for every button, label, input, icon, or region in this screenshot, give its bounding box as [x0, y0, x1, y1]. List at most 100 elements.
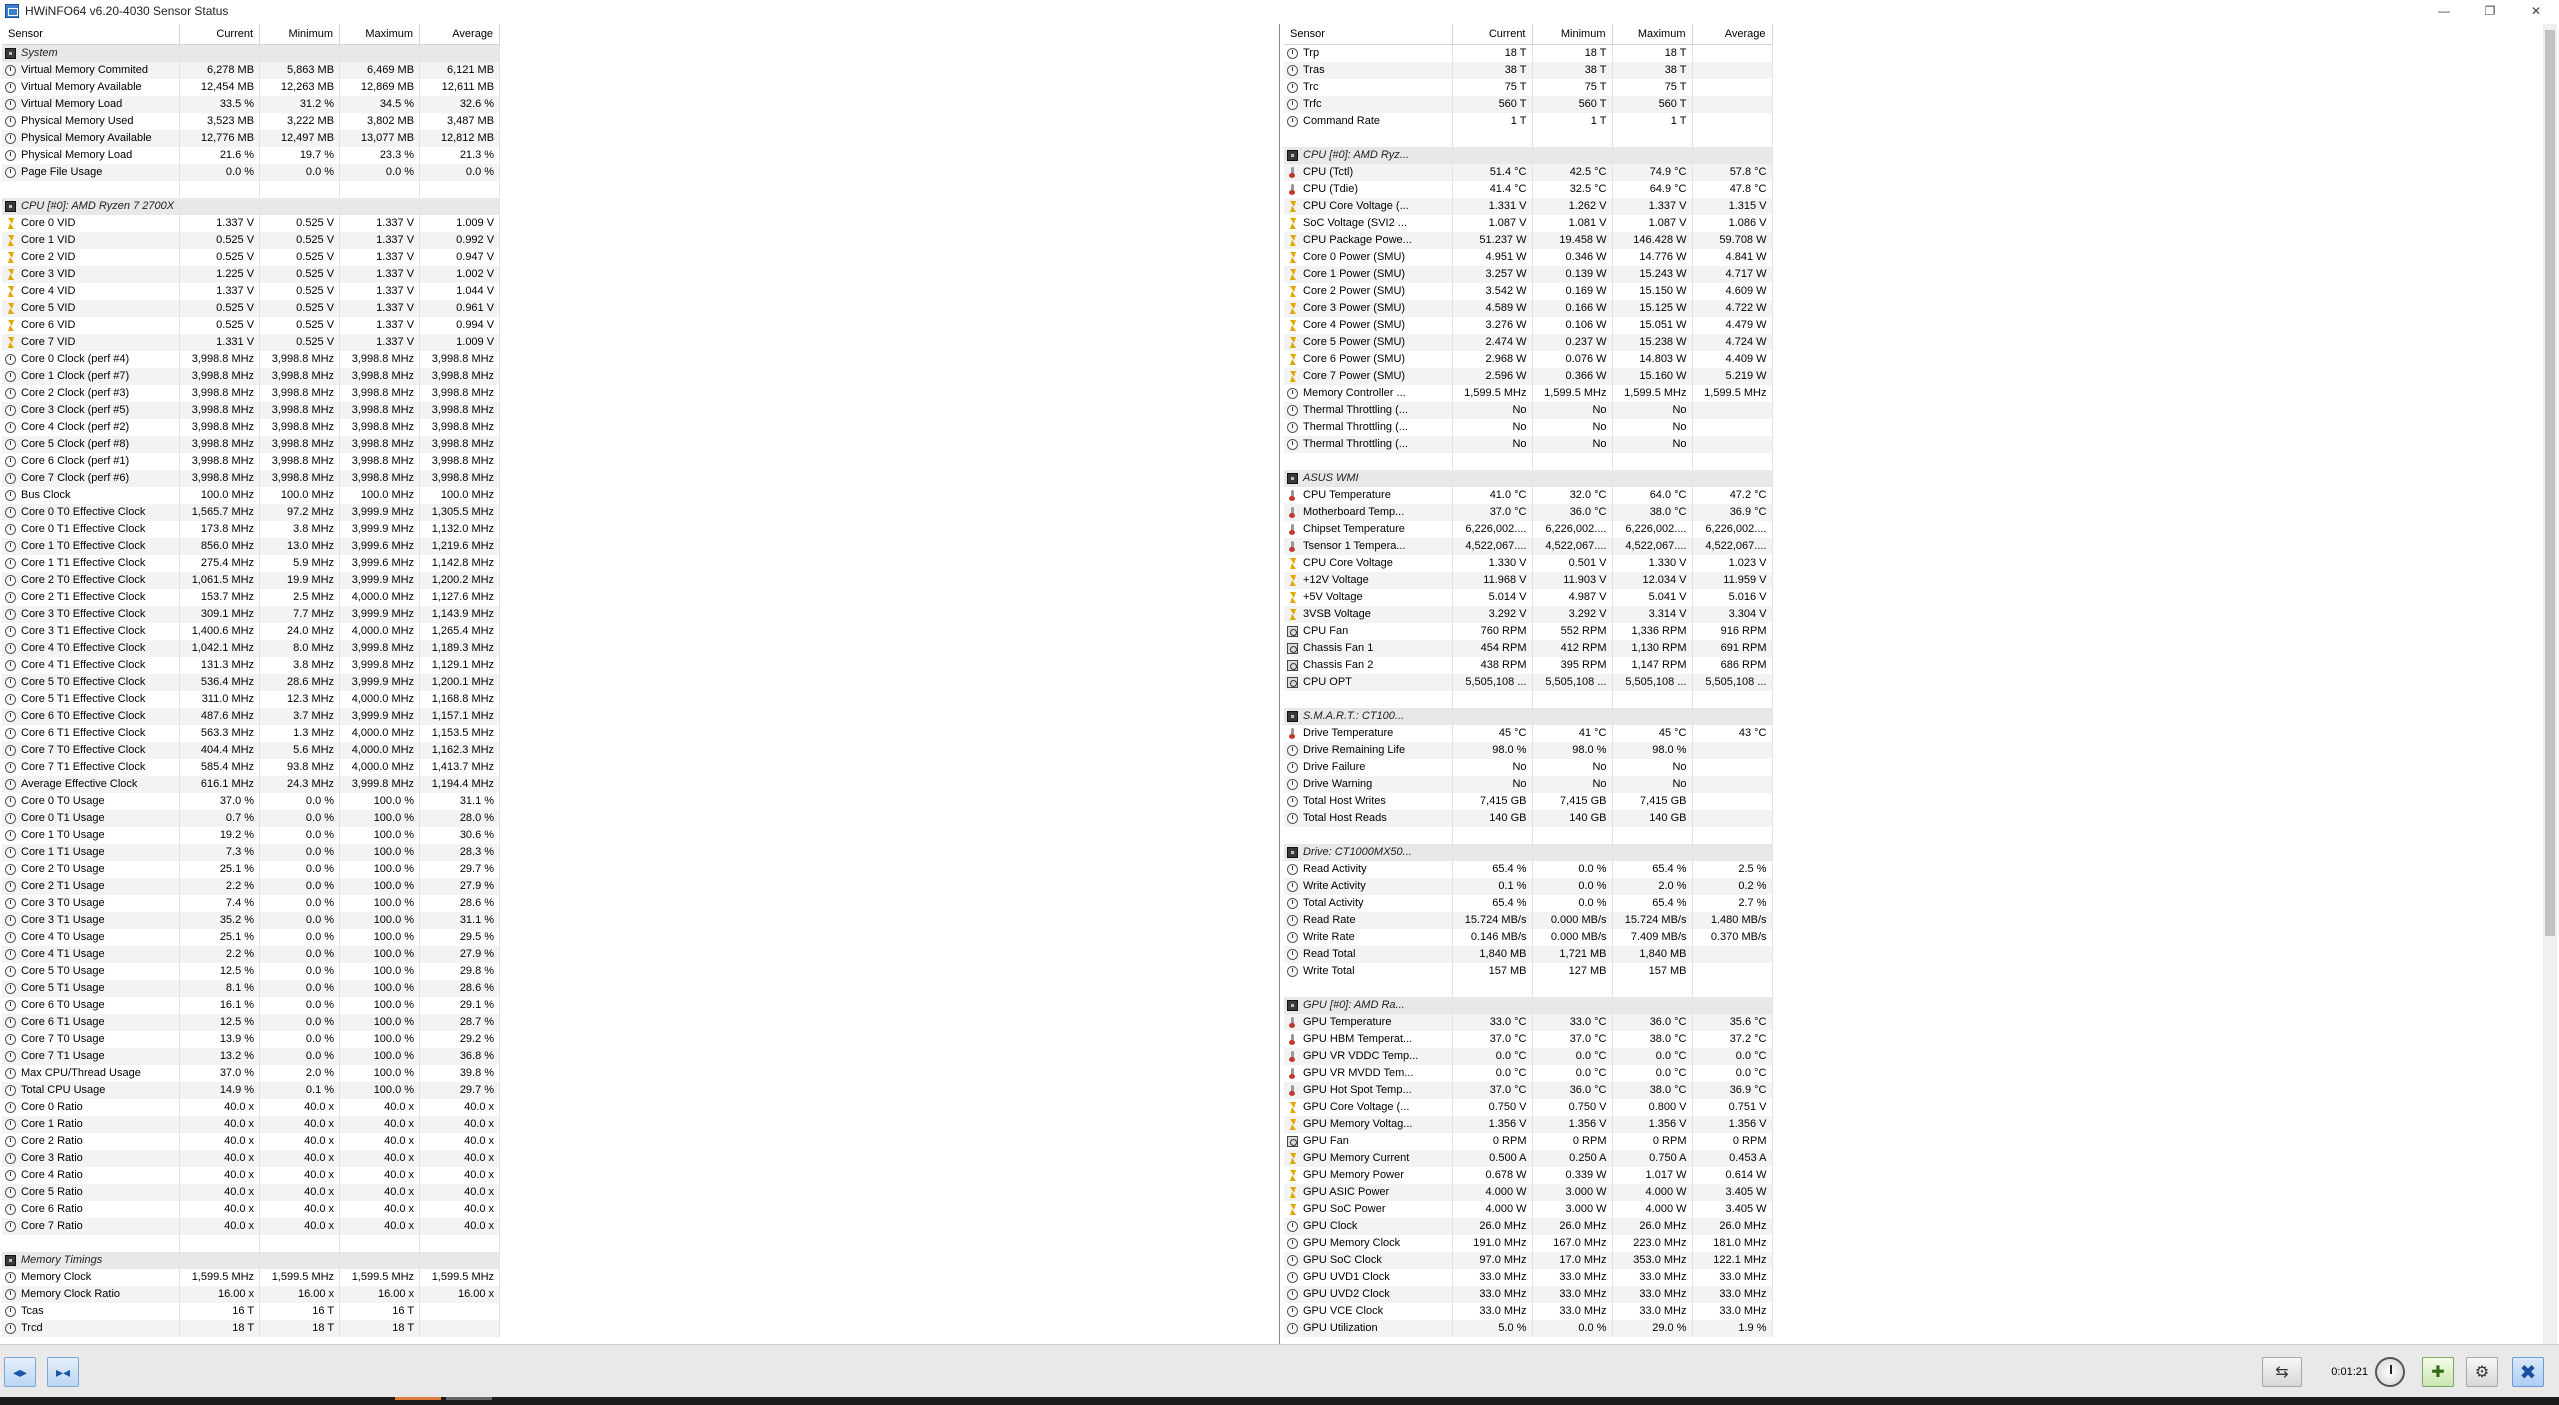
sensor-row[interactable]: Core 2 T1 Effective Clock 153.7 MHz 2.5 MH…	[2, 588, 501, 606]
sensor-row[interactable]: Core 0 T1 Effective Clock 173.8 MHz 3.8 MH…	[2, 520, 501, 538]
sensor-row[interactable]: Core 0 T0 Usage 37.0 % 0.0 % 100.0 % 31.1 %	[2, 792, 501, 810]
sensor-row[interactable]: Core 1 T1 Effective Clock 275.4 MHz 5.9 MH…	[2, 554, 501, 572]
sensor-row[interactable]: Thermal Throttling (... No No No	[1284, 435, 1773, 453]
sensor-row[interactable]: Drive Temperature 45 °C 41 °C 45 °C 43 °C	[1284, 724, 1773, 742]
sensor-row[interactable]: CPU (Tdie) 41.4 °C 32.5 °C 64.9 °C 47.8 °C	[1284, 180, 1773, 198]
sensor-row[interactable]: Total Activity 65.4 % 0.0 % 65.4 % 2.7 %	[1284, 894, 1773, 912]
sensor-row[interactable]: Core 4 T0 Effective Clock 1,042.1 MHz 8.0 …	[2, 639, 501, 657]
sensor-row[interactable]: Core 1 T0 Usage 19.2 % 0.0 % 100.0 % 30.6 %	[2, 826, 501, 844]
close-sensors-button[interactable]: ✖	[2512, 1357, 2544, 1387]
sensor-row[interactable]: CPU Temperature 41.0 °C 32.0 °C 64.0 °C 47.2…	[1284, 486, 1773, 504]
sensor-row[interactable]: Drive Warning No No No	[1284, 775, 1773, 793]
sensor-row[interactable]: Core 4 T1 Usage 2.2 % 0.0 % 100.0 % 27.9 %	[2, 945, 501, 963]
sensor-row[interactable]: Max CPU/Thread Usage 37.0 % 2.0 % 100.0 % 39…	[2, 1064, 501, 1082]
sensor-row[interactable]: CPU (Tctl) 51.4 °C 42.5 °C 74.9 °C 57.8 °C	[1284, 163, 1773, 181]
sensor-row[interactable]: GPU UVD2 Clock 33.0 MHz 33.0 MHz 33.0 MHz 33…	[1284, 1285, 1773, 1303]
collapse-arrows-button[interactable]: ◂▸	[4, 1357, 36, 1387]
sensor-row[interactable]: Core 4 T0 Usage 25.1 % 0.0 % 100.0 % 29.5 %	[2, 928, 501, 946]
sensor-row[interactable]: Core 3 VID 1.225 V 0.525 V 1.337 V 1.002 V	[2, 265, 501, 283]
sensor-row[interactable]: +12V Voltage 11.968 V 11.903 V 12.034 V 11.9…	[1284, 571, 1773, 589]
sensor-row[interactable]: Page File Usage 0.0 % 0.0 % 0.0 % 0.0 %	[2, 163, 501, 181]
sensor-row[interactable]: Tras 38 T 38 T 38 T	[1284, 61, 1773, 79]
sensor-row[interactable]: Thermal Throttling (... No No No	[1284, 418, 1773, 436]
sensor-row[interactable]: +5V Voltage 5.014 V 4.987 V 5.041 V 5.016 V	[1284, 588, 1773, 606]
sensor-row[interactable]: Physical Memory Load 21.6 % 19.7 % 23.3 % 21…	[2, 146, 501, 164]
sensor-row[interactable]: Memory Clock Ratio 16.00 x 16.00 x 16.00 x1…	[2, 1285, 501, 1303]
sensor-row[interactable]: Drive Remaining Life 98.0 % 98.0 % 98.0 %	[1284, 741, 1773, 759]
sensor-group-gpu-0-amd-ra[interactable]: GPU [#0]: AMD Ra...	[1284, 996, 1773, 1014]
sensor-row[interactable]: Command Rate 1 T1 T1 T	[1284, 112, 1773, 130]
sensor-row[interactable]: Trfc 560 T 560 T 560 T	[1284, 95, 1773, 113]
sensor-row[interactable]: CPU Fan 760 RPM 552 RPM 1,336 RPM 916 RPM	[1284, 622, 1773, 640]
sensor-row[interactable]: GPU SoC Power 4.000 W 3.000 W 4.000 W 3.405 …	[1284, 1200, 1773, 1218]
column-header-average[interactable]: Average	[419, 24, 501, 45]
network-icon[interactable]: ⇆	[2262, 1357, 2302, 1387]
sensor-row[interactable]: Core 6 Clock (perf #1) 3,998.8 MHz 3,998.8…	[2, 452, 501, 470]
sensor-row[interactable]: Core 7 T1 Effective Clock 585.4 MHz 93.8 M…	[2, 758, 501, 776]
sensor-row[interactable]: Core 4 Clock (perf #2) 3,998.8 MHz 3,998.8…	[2, 418, 501, 436]
sensor-row[interactable]: Core 6 Ratio 40.0 x 40.0 x 40.0 x 40.0 x	[2, 1200, 501, 1218]
sensor-row[interactable]: Virtual Memory Available 12,454 MB 12,263 …	[2, 78, 501, 96]
sensor-row[interactable]: Core 2 Ratio 40.0 x 40.0 x 40.0 x 40.0 x	[2, 1132, 501, 1150]
sensor-panel-right[interactable]: Sensor Current Minimum Maximum Average T…	[1280, 24, 2559, 1344]
taskbar-app[interactable]	[446, 1397, 492, 1400]
sensor-row[interactable]: Write Rate 0.146 MB/s 0.000 MB/s 7.409 MB/s…	[1284, 928, 1773, 946]
sensor-row[interactable]: Core 3 Clock (perf #5) 3,998.8 MHz 3,998.8…	[2, 401, 501, 419]
sensor-row[interactable]: Core 0 Clock (perf #4) 3,998.8 MHz 3,998.8…	[2, 350, 501, 368]
sensor-row[interactable]: Chassis Fan 2 438 RPM 395 RPM 1,147 RPM 686 …	[1284, 656, 1773, 674]
column-header-maximum[interactable]: Maximum	[1612, 24, 1693, 45]
sensor-row[interactable]: Motherboard Temp... 37.0 °C 36.0 °C 38.0 °C…	[1284, 503, 1773, 521]
sensor-row[interactable]: Core 4 Ratio 40.0 x 40.0 x 40.0 x 40.0 x	[2, 1166, 501, 1184]
sensor-row[interactable]: Core 0 VID 1.337 V 0.525 V 1.337 V 1.009 V	[2, 214, 501, 232]
column-header-current[interactable]: Current	[1452, 24, 1533, 45]
sensor-row[interactable]: GPU HBM Temperat... 37.0 °C 37.0 °C 38.0 °C…	[1284, 1030, 1773, 1048]
sensor-group-cpu-0-amd-ryz[interactable]: CPU [#0]: AMD Ryz...	[1284, 146, 1773, 164]
sensor-row[interactable]: Core 7 T1 Usage 13.2 % 0.0 % 100.0 % 36.8 %	[2, 1047, 501, 1065]
sensor-group-drive-ct1000mx50[interactable]: Drive: CT1000MX50...	[1284, 843, 1773, 861]
right-panel-scrollbar[interactable]	[2543, 24, 2557, 1344]
sensor-row[interactable]: SoC Voltage (SVI2 ... 1.087 V 1.081 V 1.087…	[1284, 214, 1773, 232]
sensor-row[interactable]: GPU Memory Current 0.500 A 0.250 A 0.750 A0…	[1284, 1149, 1773, 1167]
sensor-row[interactable]: Core 3 T0 Usage 7.4 % 0.0 % 100.0 % 28.6 %	[2, 894, 501, 912]
sensor-row[interactable]: GPU Memory Clock 191.0 MHz 167.0 MHz 223.0 …	[1284, 1234, 1773, 1252]
sensor-row[interactable]: Core 5 T1 Usage 8.1 % 0.0 % 100.0 % 28.6 %	[2, 979, 501, 997]
sensor-row[interactable]: Virtual Memory Load 33.5 % 31.2 % 34.5 % 32.…	[2, 95, 501, 113]
sensor-row[interactable]: Virtual Memory Commited 6,278 MB 5,863 MB 6…	[2, 61, 501, 79]
column-header-sensor[interactable]: Sensor	[1284, 24, 1453, 45]
sensor-row[interactable]: Core 7 Power (SMU) 2.596 W 0.366 W 15.160 W…	[1284, 367, 1773, 385]
sensor-row[interactable]: Thermal Throttling (... No No No	[1284, 401, 1773, 419]
sensor-row[interactable]: Core 3 T1 Effective Clock 1,400.6 MHz 24.0…	[2, 622, 501, 640]
sensor-row[interactable]: Memory Clock 1,599.5 MHz 1,599.5 MHz 1,599.…	[2, 1268, 501, 1286]
sensor-row[interactable]: Chassis Fan 1 454 RPM 412 RPM 1,130 RPM 691 …	[1284, 639, 1773, 657]
sensor-row[interactable]: CPU Core Voltage (... 1.331 V 1.262 V 1.337…	[1284, 197, 1773, 215]
sensor-row[interactable]: GPU Core Voltage (... 0.750 V 0.750 V 0.800…	[1284, 1098, 1773, 1116]
sensor-row[interactable]: Core 3 Ratio 40.0 x 40.0 x 40.0 x 40.0 x	[2, 1149, 501, 1167]
sensor-row[interactable]: Core 4 T1 Effective Clock 131.3 MHz 3.8 MH…	[2, 656, 501, 674]
sensor-row[interactable]: Core 7 T0 Usage 13.9 % 0.0 % 100.0 % 29.2 %	[2, 1030, 501, 1048]
sensor-row[interactable]: Core 2 T1 Usage 2.2 % 0.0 % 100.0 % 27.9 %	[2, 877, 501, 895]
sensor-row[interactable]: Tcas 16 T 16 T 16 T	[2, 1302, 501, 1320]
sensor-row[interactable]: Core 0 T1 Usage 0.7 % 0.0 % 100.0 % 28.0 %	[2, 809, 501, 827]
sensor-row[interactable]: Core 7 VID 1.331 V 0.525 V 1.337 V 1.009 V	[2, 333, 501, 351]
sensor-row[interactable]: Total Host Reads 140 GB 140 GB 140 GB	[1284, 809, 1773, 827]
sensor-row[interactable]: Core 2 VID 0.525 V 0.525 V 1.337 V 0.947 V	[2, 248, 501, 266]
sensor-row[interactable]: Core 4 VID 1.337 V 0.525 V 1.337 V 1.044 V	[2, 282, 501, 300]
sensor-row[interactable]: Core 0 Ratio 40.0 x 40.0 x 40.0 x 40.0 x	[2, 1098, 501, 1116]
sensor-row[interactable]: Core 5 Ratio 40.0 x 40.0 x 40.0 x 40.0 x	[2, 1183, 501, 1201]
sensor-row[interactable]: Tsensor 1 Tempera... 4,522,067.... 4,522,0…	[1284, 537, 1773, 555]
sensor-row[interactable]: Write Activity 0.1 % 0.0 % 2.0 % 0.2 %	[1284, 877, 1773, 895]
column-header-minimum[interactable]: Minimum	[259, 24, 341, 45]
sensor-row[interactable]: Core 5 VID 0.525 V 0.525 V 1.337 V 0.961 V	[2, 299, 501, 317]
sensor-row[interactable]: GPU Clock 26.0 MHz 26.0 MHz 26.0 MHz 26.0 MH…	[1284, 1217, 1773, 1235]
sensor-group-s-m-a-r-t-ct100[interactable]: S.M.A.R.T.: CT100...	[1284, 707, 1773, 725]
report-icon[interactable]: ✚	[2422, 1357, 2454, 1387]
sensor-row[interactable]: Average Effective Clock 616.1 MHz 24.3 MHz…	[2, 775, 501, 793]
sensor-row[interactable]: 3VSB Voltage 3.292 V 3.292 V 3.314 V 3.304 V	[1284, 605, 1773, 623]
sensor-panel-left[interactable]: Sensor Current Minimum Maximum Average S…	[0, 24, 1280, 1344]
sensor-row[interactable]: Read Activity 65.4 % 0.0 % 65.4 % 2.5 %	[1284, 860, 1773, 878]
sensor-row[interactable]: GPU ASIC Power 4.000 W 3.000 W 4.000 W 3.405…	[1284, 1183, 1773, 1201]
sensor-row[interactable]: Core 6 VID 0.525 V 0.525 V 1.337 V 0.994 V	[2, 316, 501, 334]
sensor-row[interactable]: Drive Failure No No No	[1284, 758, 1773, 776]
sensor-row[interactable]: GPU SoC Clock 97.0 MHz 17.0 MHz 353.0 MHz 12…	[1284, 1251, 1773, 1269]
sensor-row[interactable]: CPU Package Powe... 51.237 W 19.458 W 146.4…	[1284, 231, 1773, 249]
